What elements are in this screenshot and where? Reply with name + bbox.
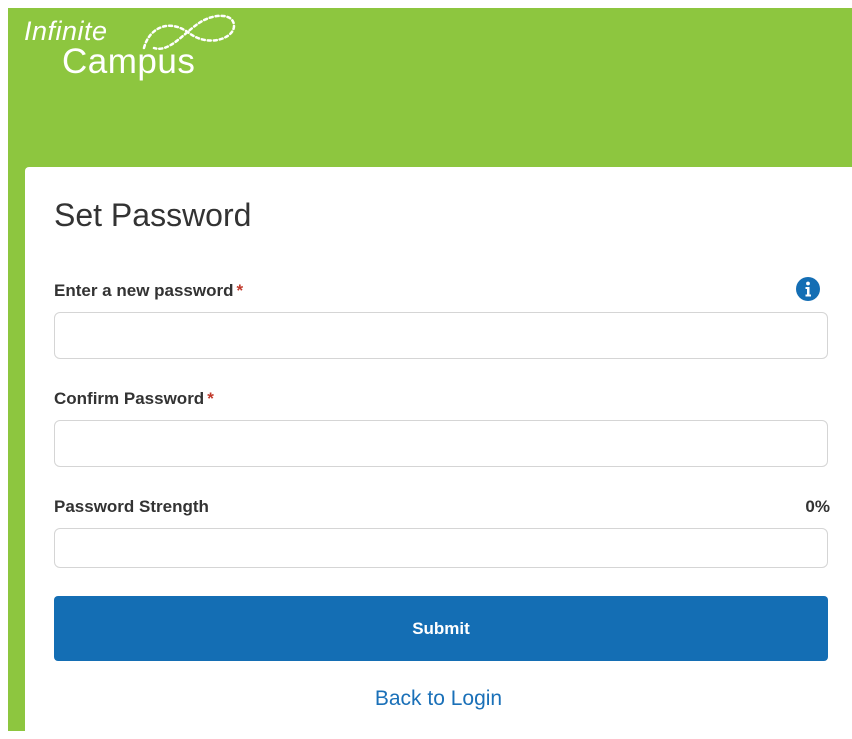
password-strength-meter (54, 528, 828, 568)
confirm-password-label-text: Confirm Password (54, 389, 205, 408)
page: Infinite Campus Set Password Enter a new… (0, 0, 852, 739)
new-password-label-text: Enter a new password (54, 281, 234, 300)
infinity-swirl-icon (142, 14, 236, 51)
new-password-input[interactable] (54, 312, 828, 359)
password-strength-label: Password Strength (54, 497, 209, 516)
required-asterisk: * (207, 389, 214, 408)
infinite-campus-logo: Infinite Campus (24, 14, 254, 94)
confirm-password-label: Confirm Password * (54, 389, 214, 409)
new-password-label: Enter a new password * (54, 281, 243, 301)
set-password-card: Set Password Enter a new password * Confi… (25, 167, 852, 739)
submit-button[interactable]: Submit (54, 596, 828, 661)
back-to-login-link[interactable]: Back to Login (25, 687, 852, 711)
password-strength-value: 0% (805, 497, 830, 516)
page-title: Set Password (54, 197, 252, 233)
confirm-password-input[interactable] (54, 420, 828, 467)
required-asterisk: * (236, 281, 244, 300)
info-circle-icon[interactable] (795, 276, 821, 302)
